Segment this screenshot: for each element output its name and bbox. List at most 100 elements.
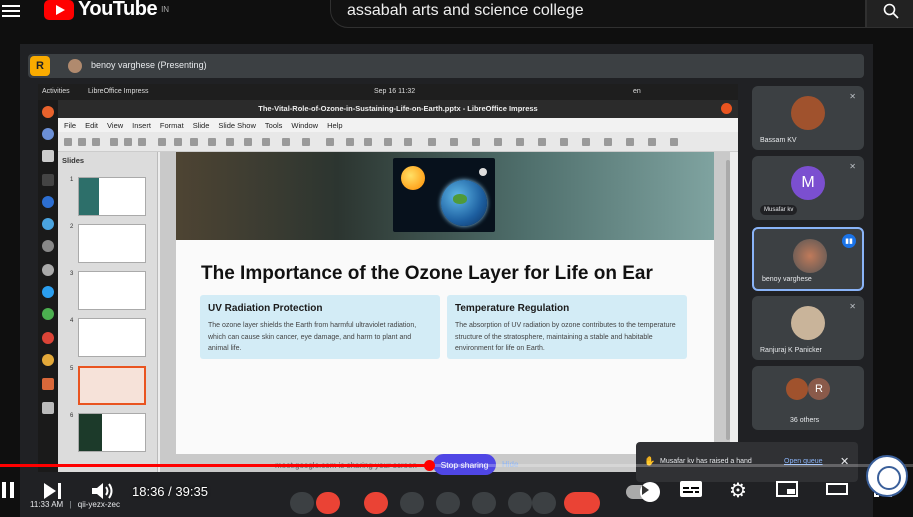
settings-button[interactable]: ⚙	[729, 478, 747, 503]
mic-off-icon: ✕	[849, 92, 856, 101]
presenter-label: benoy varghese (Presenting)	[91, 60, 207, 70]
chrome-icon[interactable]	[42, 332, 54, 344]
toolbar-button[interactable]	[262, 138, 270, 146]
app-icon[interactable]	[42, 402, 54, 414]
participant-tile-speaking[interactable]: ▮▮ benoy varghese	[752, 227, 864, 291]
more-options-button[interactable]	[290, 492, 314, 514]
search-button[interactable]	[866, 0, 913, 28]
toolbar-button[interactable]	[384, 138, 392, 146]
slide-thumbnail[interactable]	[78, 224, 146, 263]
app-icon[interactable]	[42, 354, 54, 366]
impress-icon[interactable]	[42, 378, 54, 390]
subtitles-button[interactable]	[680, 481, 702, 502]
participant-tile[interactable]: ✕ Ranjuraj K Panicker	[752, 296, 864, 360]
menu-edit[interactable]: Edit	[85, 121, 98, 130]
participant-tile[interactable]: M ✕ Musafar kv	[752, 156, 864, 220]
slide-thumbnail[interactable]	[78, 271, 146, 310]
toolbar-button[interactable]	[582, 138, 590, 146]
youtube-logo[interactable]: YouTube IN	[44, 0, 169, 21]
undo-icon[interactable]	[124, 138, 132, 146]
toolbar-button[interactable]	[158, 138, 166, 146]
toolbar-button[interactable]	[78, 138, 86, 146]
menu-slide-show[interactable]: Slide Show	[218, 121, 256, 130]
pause-button[interactable]	[2, 482, 18, 503]
toolbar-button[interactable]	[364, 138, 372, 146]
volume-button[interactable]	[92, 482, 114, 505]
toolbar-button[interactable]	[604, 138, 612, 146]
channel-watermark-logo[interactable]	[866, 455, 908, 497]
hamburger-menu-icon[interactable]	[2, 2, 20, 20]
thumb-number: 6	[70, 413, 74, 419]
toolbar-button[interactable]	[110, 138, 118, 146]
slide-thumbnail[interactable]	[78, 318, 146, 357]
toolbar-button[interactable]	[538, 138, 546, 146]
toolbar-button[interactable]	[450, 138, 458, 146]
activities-button[interactable]: Activities	[42, 88, 70, 95]
app-icon[interactable]	[42, 240, 54, 252]
theater-mode-button[interactable]	[826, 481, 848, 502]
progress-played	[0, 464, 430, 467]
app-icon[interactable]	[42, 196, 54, 208]
more-button[interactable]	[532, 492, 556, 514]
toolbar-button[interactable]	[404, 138, 412, 146]
toolbar-button[interactable]	[208, 138, 216, 146]
toolbar-button[interactable]	[302, 138, 310, 146]
app-menu[interactable]: LibreOffice Impress	[88, 88, 149, 95]
menu-format[interactable]: Format	[160, 121, 184, 130]
toolbar-button[interactable]	[92, 138, 100, 146]
toolbar-button[interactable]	[494, 138, 502, 146]
app-icon[interactable]	[42, 150, 54, 162]
toolbar-button[interactable]	[282, 138, 290, 146]
app-icon[interactable]	[42, 264, 54, 276]
toolbar-button[interactable]	[560, 138, 568, 146]
leave-call-button[interactable]	[564, 492, 600, 514]
firefox-icon[interactable]	[42, 106, 54, 118]
toolbar-button[interactable]	[346, 138, 354, 146]
input-language[interactable]: en	[633, 88, 641, 95]
mic-button[interactable]	[316, 492, 340, 514]
participant-tile[interactable]: ✕ Bassam KV	[752, 86, 864, 150]
menu-file[interactable]: File	[64, 121, 76, 130]
text-box-icon[interactable]	[326, 138, 334, 146]
next-button[interactable]	[44, 483, 62, 504]
toolbar-button[interactable]	[670, 138, 678, 146]
app-icon[interactable]	[42, 286, 54, 298]
line-icon[interactable]	[428, 138, 436, 146]
toolbar-button[interactable]	[190, 138, 198, 146]
close-icon[interactable]	[721, 103, 732, 114]
redo-icon[interactable]	[138, 138, 146, 146]
toolbar-button[interactable]	[226, 138, 234, 146]
desktop-clock[interactable]: Sep 16 11:32	[374, 88, 415, 95]
emoji-button[interactable]	[436, 492, 460, 514]
participant-tile-others[interactable]: R 36 others	[752, 366, 864, 430]
thumb-number: 3	[70, 271, 74, 277]
app-icon[interactable]	[42, 218, 54, 230]
present-button[interactable]	[472, 492, 496, 514]
files-icon[interactable]	[42, 128, 54, 140]
toolbar-button[interactable]	[174, 138, 182, 146]
menu-window[interactable]: Window	[291, 121, 318, 130]
vertical-scrollbar[interactable]	[726, 160, 730, 440]
menu-slide[interactable]: Slide	[193, 121, 210, 130]
slide-thumbnail[interactable]	[78, 413, 146, 452]
toolbar-button[interactable]	[626, 138, 634, 146]
toolbar-button[interactable]	[648, 138, 656, 146]
terminal-icon[interactable]	[42, 174, 54, 186]
raise-hand-button[interactable]	[508, 492, 532, 514]
captions-button[interactable]	[400, 492, 424, 514]
menu-view[interactable]: View	[107, 121, 123, 130]
slide-thumbnail[interactable]	[78, 177, 146, 216]
toolbar-button[interactable]	[244, 138, 252, 146]
search-input[interactable]: assabah arts and science college	[330, 0, 866, 28]
miniplayer-button[interactable]	[776, 481, 798, 502]
camera-button[interactable]	[364, 492, 388, 514]
toolbar-button[interactable]	[516, 138, 524, 146]
app-icon[interactable]	[42, 308, 54, 320]
toolbar-button[interactable]	[472, 138, 480, 146]
menu-insert[interactable]: Insert	[132, 121, 151, 130]
menu-help[interactable]: Help	[327, 121, 342, 130]
slide-thumbnail-selected[interactable]	[78, 366, 146, 405]
time-total: 39:35	[175, 484, 208, 499]
toolbar-button[interactable]	[64, 138, 72, 146]
menu-tools[interactable]: Tools	[265, 121, 283, 130]
